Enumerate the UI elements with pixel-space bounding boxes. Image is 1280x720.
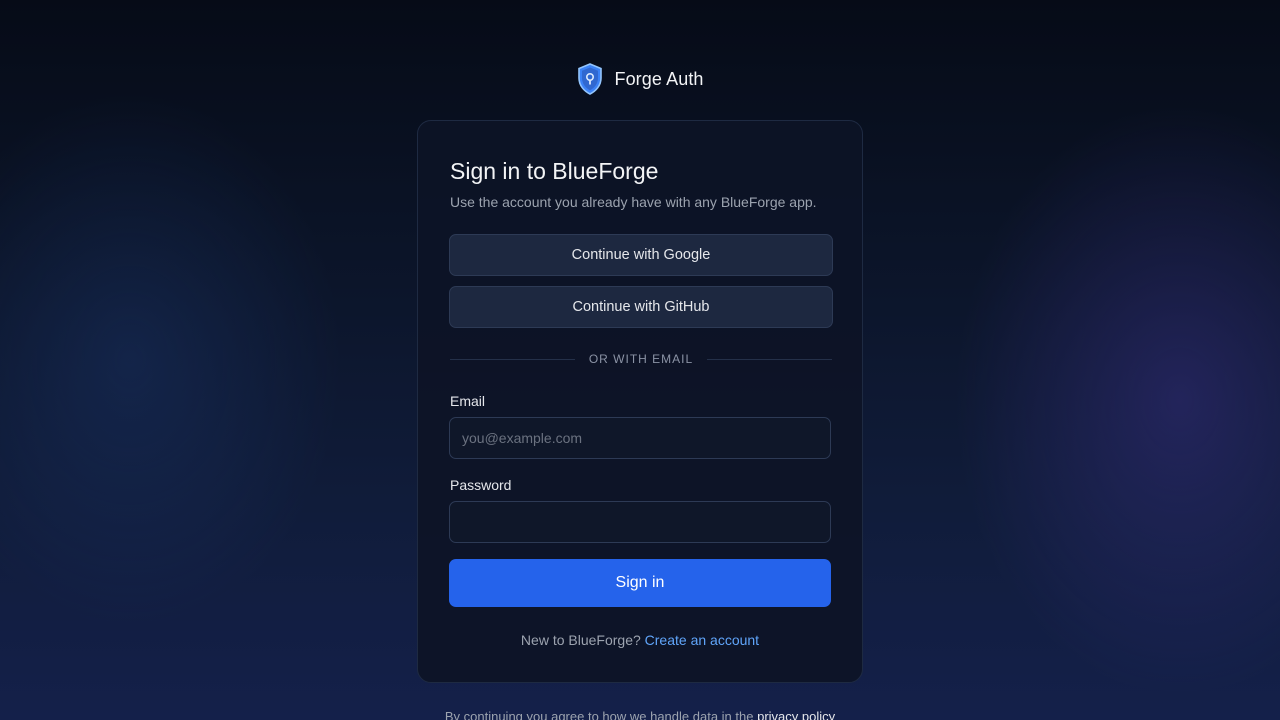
signup-prompt-text: New to BlueForge? bbox=[520, 632, 641, 648]
sign-in-card: Sign in to BlueForge Use the account you… bbox=[417, 120, 863, 683]
footer-text: By continuing you agree to how we handle… bbox=[444, 709, 754, 720]
email-field[interactable] bbox=[449, 417, 831, 459]
sign-in-button[interactable]: Sign in bbox=[449, 559, 831, 607]
email-label: Email bbox=[450, 393, 486, 409]
privacy-policy-link[interactable]: privacy policy bbox=[757, 709, 835, 720]
or-divider: OR WITH EMAIL bbox=[450, 351, 832, 367]
shield-lock-icon bbox=[578, 63, 603, 95]
continue-with-google-button[interactable]: Continue with Google bbox=[449, 234, 833, 276]
divider-line-left bbox=[450, 358, 575, 360]
brand-header: Forge Auth bbox=[0, 62, 1280, 96]
page-subtitle: Use the account you already have with an… bbox=[450, 194, 817, 210]
page-title: Sign in to BlueForge bbox=[450, 158, 659, 184]
footer-notice: By continuing you agree to how we handle… bbox=[0, 709, 1280, 720]
divider-text: OR WITH EMAIL bbox=[588, 352, 694, 366]
signup-prompt: New to BlueForge? Create an account bbox=[418, 632, 862, 648]
password-field[interactable] bbox=[449, 501, 831, 543]
divider-line-right bbox=[707, 358, 832, 360]
continue-with-github-button[interactable]: Continue with GitHub bbox=[449, 286, 833, 328]
brand-name: Forge Auth bbox=[614, 68, 704, 89]
password-label: Password bbox=[450, 477, 512, 493]
create-account-link[interactable]: Create an account bbox=[645, 632, 759, 648]
